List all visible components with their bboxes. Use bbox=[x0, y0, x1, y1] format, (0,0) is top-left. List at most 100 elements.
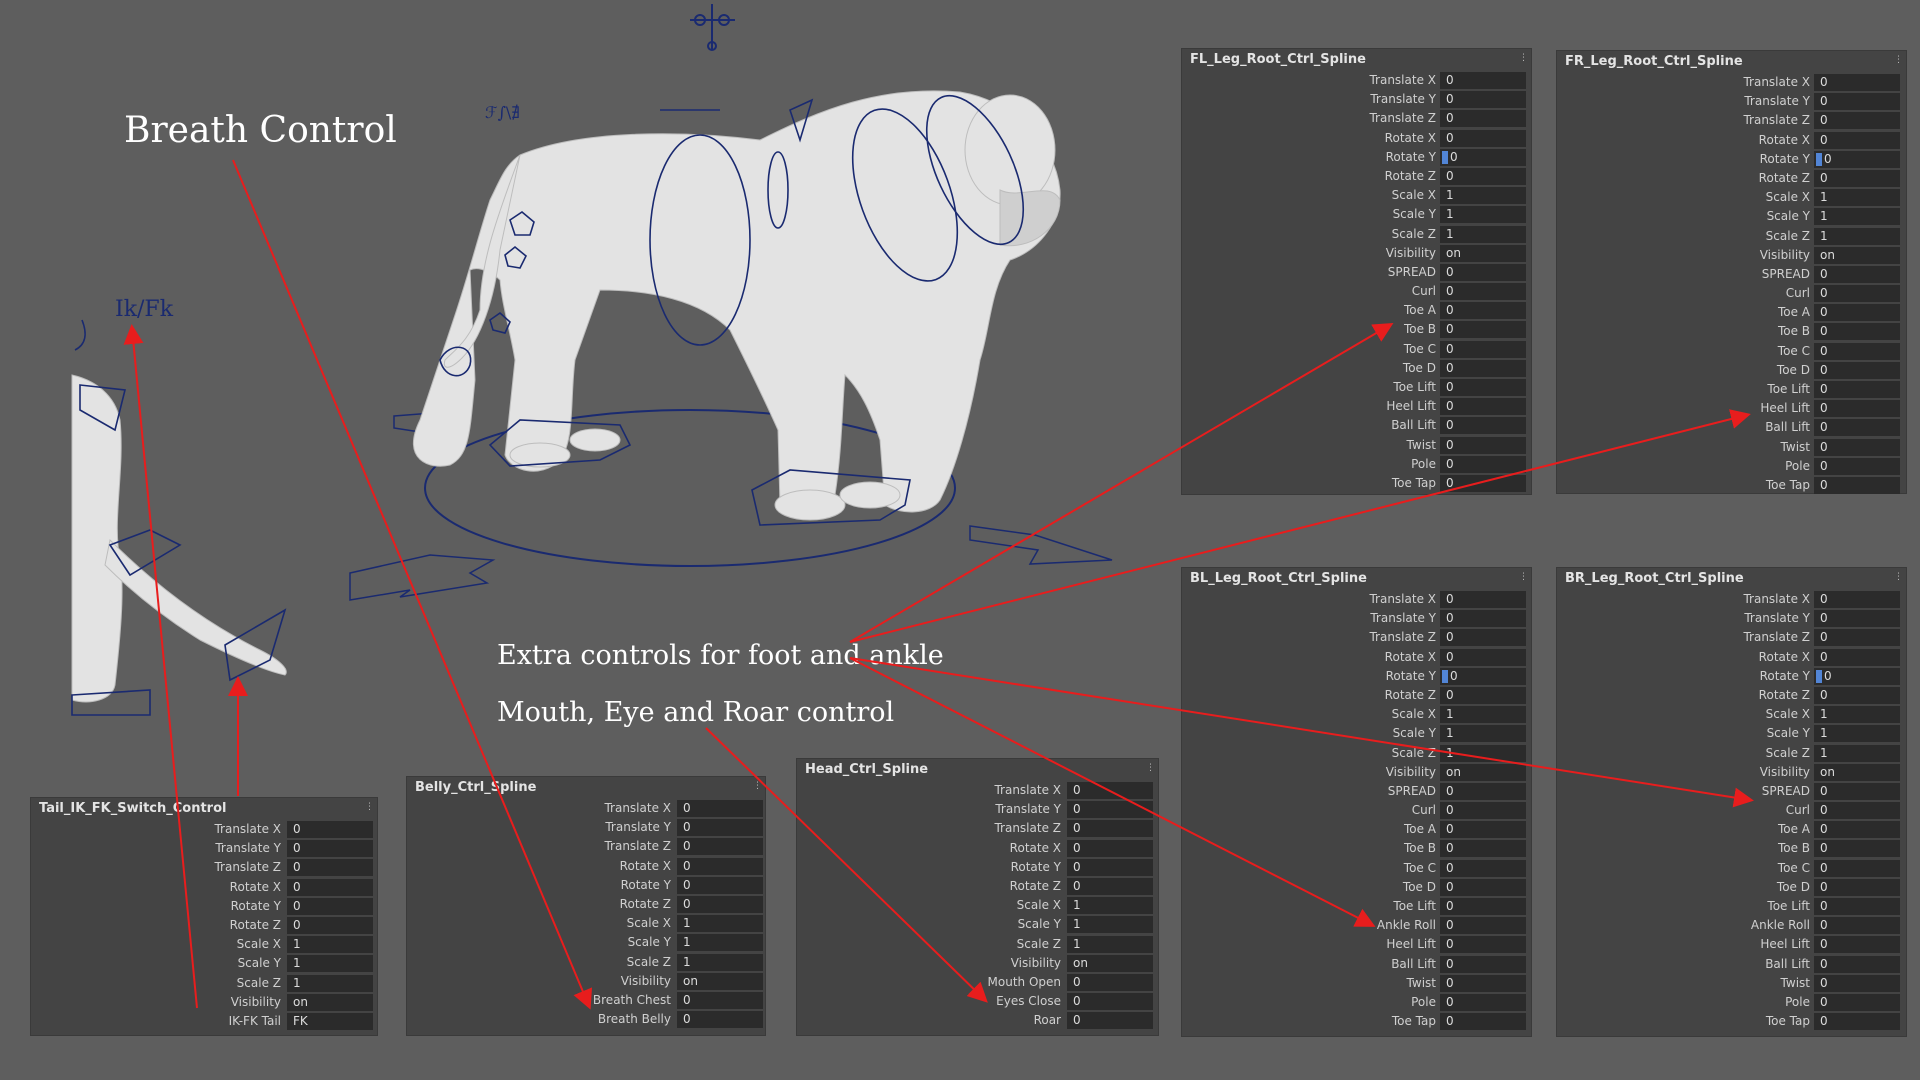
attribute-value-field[interactable]: 0 bbox=[1067, 1012, 1153, 1030]
attribute-value-field[interactable]: 0 bbox=[1067, 782, 1153, 799]
attribute-value-field[interactable]: 0 bbox=[1440, 821, 1526, 839]
attribute-value-field[interactable]: 1 bbox=[1440, 225, 1526, 243]
attribute-value-field[interactable]: 0 bbox=[1440, 417, 1526, 435]
attribute-value-field[interactable]: 0 bbox=[1440, 72, 1526, 89]
attribute-value-field[interactable]: 0 bbox=[1814, 285, 1900, 303]
attribute-value-field[interactable]: 0 bbox=[677, 819, 763, 837]
attribute-value-field[interactable]: 0 bbox=[1814, 419, 1900, 437]
attribute-value-field[interactable]: on bbox=[287, 993, 373, 1011]
attribute-value-field[interactable]: 1 bbox=[1440, 206, 1526, 224]
attribute-value-field[interactable]: 0 bbox=[1440, 167, 1526, 185]
attribute-value-field[interactable]: 1 bbox=[1814, 227, 1900, 245]
attribute-value-field[interactable]: 1 bbox=[287, 936, 373, 954]
attribute-value-field[interactable]: 1 bbox=[1067, 897, 1153, 915]
attribute-value-field[interactable]: 0 bbox=[1440, 686, 1526, 704]
attribute-value-field[interactable]: 0 bbox=[1440, 840, 1526, 858]
attribute-value-field[interactable]: 0 bbox=[677, 1011, 763, 1029]
attribute-value-field[interactable]: 0 bbox=[1814, 400, 1900, 418]
panel-resize-icon[interactable]: ⋮ bbox=[1894, 55, 1903, 65]
attribute-value-field[interactable]: 0 bbox=[1814, 955, 1900, 973]
attribute-value-field[interactable]: 0 bbox=[1440, 993, 1526, 1011]
attribute-value-field[interactable]: 0 bbox=[287, 859, 373, 877]
attribute-value-field[interactable]: 1 bbox=[287, 955, 373, 973]
attribute-value-field[interactable]: 0 bbox=[287, 878, 373, 896]
attribute-value-field[interactable]: 0 bbox=[1440, 610, 1526, 628]
attribute-value-field[interactable]: on bbox=[1814, 246, 1900, 264]
attribute-value-field[interactable]: 0 bbox=[1440, 1013, 1526, 1031]
attribute-value-field[interactable]: 0 bbox=[1440, 802, 1526, 820]
attribute-value-field[interactable]: 0 bbox=[677, 876, 763, 894]
attribute-value-field[interactable]: 0 bbox=[1814, 629, 1900, 647]
attribute-value-field[interactable]: 0 bbox=[1814, 993, 1900, 1011]
attribute-value-field[interactable]: 1 bbox=[287, 974, 373, 992]
attribute-value-field[interactable]: 0 bbox=[677, 838, 763, 856]
attribute-value-field[interactable]: 0 bbox=[1440, 667, 1526, 685]
attribute-value-field[interactable]: 0 bbox=[1440, 474, 1526, 492]
attribute-value-field[interactable]: 0 bbox=[1814, 782, 1900, 800]
attribute-value-field[interactable]: on bbox=[1440, 763, 1526, 781]
attribute-value-field[interactable]: 0 bbox=[1814, 917, 1900, 935]
panel-resize-icon[interactable]: ⋮ bbox=[365, 802, 374, 812]
attribute-value-field[interactable]: 0 bbox=[1814, 898, 1900, 915]
attribute-value-field[interactable]: 0 bbox=[1440, 648, 1526, 666]
attribute-value-field[interactable]: 0 bbox=[1440, 974, 1526, 992]
attribute-value-field[interactable]: 0 bbox=[287, 897, 373, 915]
attribute-value-field[interactable]: 1 bbox=[1814, 208, 1900, 226]
attribute-value-field[interactable]: 1 bbox=[1814, 744, 1900, 762]
attribute-value-field[interactable]: 1 bbox=[677, 953, 763, 971]
attribute-value-field[interactable]: 0 bbox=[1067, 801, 1153, 819]
attribute-value-field[interactable]: 0 bbox=[1814, 859, 1900, 877]
attribute-value-field[interactable]: 0 bbox=[1440, 859, 1526, 877]
attribute-value-field[interactable]: 0 bbox=[1814, 265, 1900, 283]
attribute-value-field[interactable]: 0 bbox=[1440, 955, 1526, 973]
attribute-value-field[interactable]: 0 bbox=[1814, 936, 1900, 954]
attribute-value-field[interactable]: 0 bbox=[1814, 802, 1900, 820]
attribute-value-field[interactable]: 0 bbox=[1814, 1013, 1900, 1031]
attribute-value-field[interactable]: 0 bbox=[1067, 858, 1153, 876]
panel-resize-icon[interactable]: ⋮ bbox=[1146, 763, 1155, 773]
attribute-value-field[interactable]: 0 bbox=[287, 840, 373, 858]
attribute-value-field[interactable]: 0 bbox=[287, 821, 373, 838]
attribute-value-field[interactable]: 0 bbox=[1814, 667, 1900, 685]
attribute-value-field[interactable]: 0 bbox=[677, 895, 763, 913]
attribute-value-field[interactable]: 1 bbox=[1814, 725, 1900, 743]
panel-resize-icon[interactable]: ⋮ bbox=[1519, 572, 1528, 582]
attribute-value-field[interactable]: 0 bbox=[1814, 457, 1900, 475]
attribute-value-field[interactable]: 0 bbox=[1440, 359, 1526, 377]
attribute-value-field[interactable]: 0 bbox=[1814, 840, 1900, 858]
attribute-value-field[interactable]: 0 bbox=[1067, 839, 1153, 857]
attribute-value-field[interactable]: 0 bbox=[1814, 361, 1900, 379]
attribute-value-field[interactable]: 0 bbox=[1440, 455, 1526, 473]
attribute-value-field[interactable]: 0 bbox=[1440, 782, 1526, 800]
attribute-value-field[interactable]: 0 bbox=[1814, 342, 1900, 360]
attribute-value-field[interactable]: 0 bbox=[1440, 148, 1526, 166]
attribute-value-field[interactable]: on bbox=[1440, 244, 1526, 262]
attribute-value-field[interactable]: 1 bbox=[1440, 744, 1526, 762]
attribute-value-field[interactable]: 1 bbox=[677, 915, 763, 933]
attribute-value-field[interactable]: 0 bbox=[1440, 110, 1526, 128]
attribute-value-field[interactable]: 0 bbox=[1440, 898, 1526, 915]
attribute-value-field[interactable]: on bbox=[1814, 763, 1900, 781]
attribute-value-field[interactable]: 0 bbox=[677, 800, 763, 817]
attribute-value-field[interactable]: 0 bbox=[677, 991, 763, 1009]
attribute-value-field[interactable]: 0 bbox=[287, 916, 373, 934]
attribute-value-field[interactable]: 0 bbox=[1814, 381, 1900, 398]
attribute-value-field[interactable]: 1 bbox=[1814, 189, 1900, 207]
attribute-value-field[interactable]: 0 bbox=[1814, 74, 1900, 91]
attribute-value-field[interactable]: 0 bbox=[1440, 283, 1526, 301]
attribute-value-field[interactable]: 0 bbox=[1814, 438, 1900, 456]
attribute-value-field[interactable]: 0 bbox=[1440, 398, 1526, 416]
attribute-value-field[interactable]: 0 bbox=[1814, 648, 1900, 666]
attribute-value-field[interactable]: 0 bbox=[1067, 820, 1153, 838]
attribute-value-field[interactable]: 0 bbox=[1814, 150, 1900, 168]
panel-resize-icon[interactable]: ⋮ bbox=[1519, 53, 1528, 63]
attribute-value-field[interactable]: 0 bbox=[1440, 129, 1526, 147]
attribute-value-field[interactable]: 0 bbox=[1067, 993, 1153, 1011]
attribute-value-field[interactable]: 0 bbox=[1440, 917, 1526, 935]
attribute-value-field[interactable]: 0 bbox=[1440, 591, 1526, 608]
attribute-value-field[interactable]: 0 bbox=[1067, 973, 1153, 991]
attribute-value-field[interactable]: 1 bbox=[1067, 916, 1153, 934]
attribute-value-field[interactable]: FK bbox=[287, 1012, 373, 1030]
attribute-value-field[interactable]: 0 bbox=[1440, 91, 1526, 109]
attribute-value-field[interactable]: 1 bbox=[1440, 725, 1526, 743]
